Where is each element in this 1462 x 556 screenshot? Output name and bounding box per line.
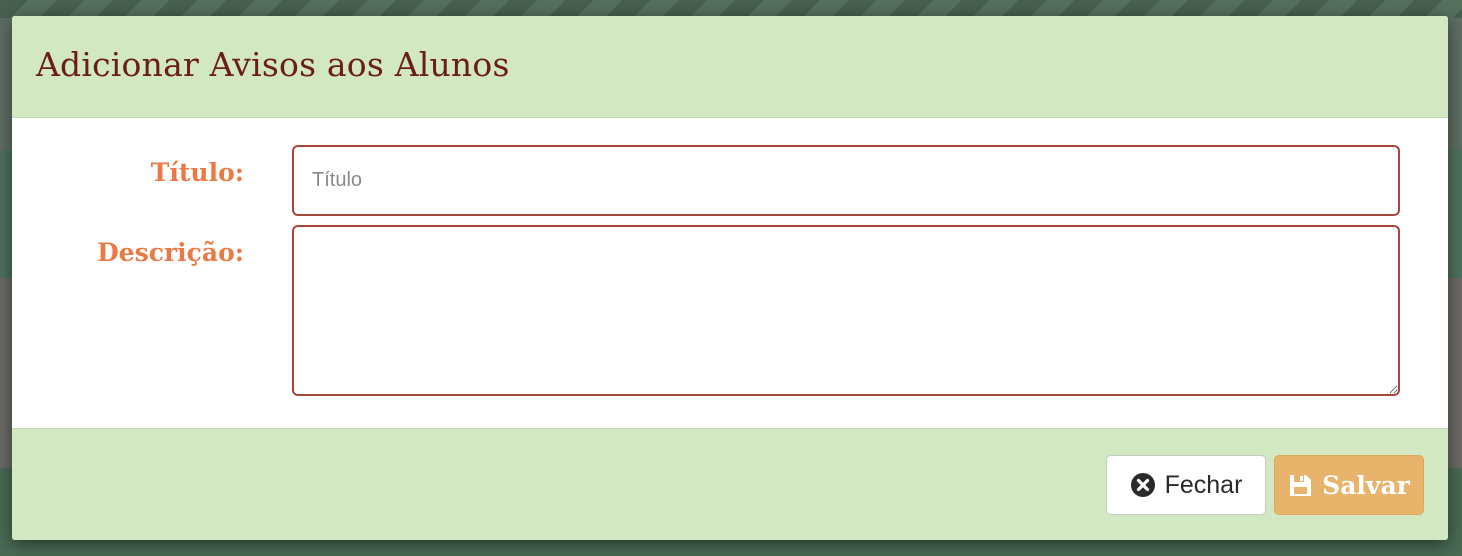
modal-header: Adicionar Avisos aos Alunos	[12, 16, 1448, 118]
add-notice-modal: Adicionar Avisos aos Alunos Título: Desc…	[12, 16, 1448, 540]
save-button-label: Salvar	[1322, 470, 1410, 500]
close-button[interactable]: Fechar	[1106, 455, 1266, 515]
descricao-label: Descrição:	[97, 238, 244, 267]
modal-title: Adicionar Avisos aos Alunos	[36, 45, 510, 84]
modal-footer: Fechar Salvar	[12, 428, 1448, 540]
modal-body: Título: Descrição:	[12, 118, 1448, 428]
titulo-input[interactable]	[292, 145, 1400, 216]
titulo-label: Título:	[150, 158, 244, 187]
times-circle-icon	[1130, 472, 1156, 498]
descricao-textarea[interactable]	[292, 225, 1400, 396]
save-button[interactable]: Salvar	[1274, 455, 1424, 515]
close-button-label: Fechar	[1164, 470, 1243, 499]
floppy-disk-icon	[1288, 473, 1313, 498]
